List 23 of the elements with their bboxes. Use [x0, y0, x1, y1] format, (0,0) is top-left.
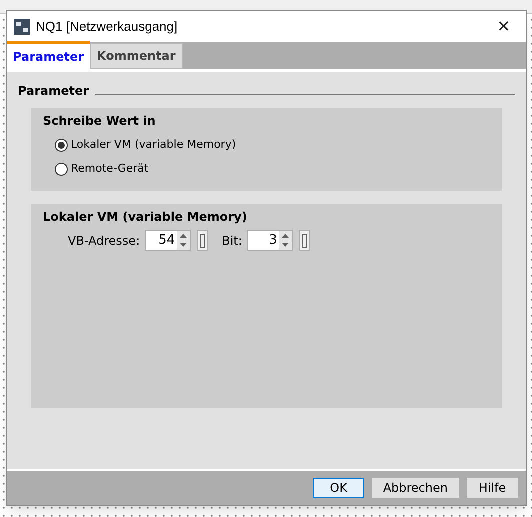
spinner-icon[interactable]	[279, 231, 292, 250]
tab[interactable]: Parameter	[7, 41, 90, 69]
close-button[interactable]: ✕	[489, 14, 519, 38]
group-title: Schreibe Wert in	[43, 113, 157, 130]
window-title: NQ1 [Netzwerkausgang]	[36, 18, 178, 36]
dialog-button[interactable]: OK	[313, 478, 364, 498]
bracket-button[interactable]	[197, 230, 208, 251]
field-label: VB-Adresse:	[68, 232, 140, 250]
tab[interactable]: Kommentar	[90, 43, 183, 69]
radio-label: Remote-Gerät	[71, 160, 149, 177]
section-title: Parameter	[18, 83, 90, 100]
radio-button[interactable]	[55, 162, 68, 176]
app-logo-icon	[14, 18, 30, 34]
number-field[interactable]: 54	[145, 230, 192, 251]
dialog-button[interactable]: Abbrechen	[372, 478, 459, 498]
group-title: Lokaler VM (variable Memory)	[43, 209, 248, 226]
dialog-button[interactable]: Hilfe	[467, 478, 518, 498]
field-label: Bit:	[222, 232, 242, 250]
spinner-icon[interactable]	[177, 231, 190, 250]
radio-label: Lokaler VM (variable Memory)	[71, 136, 236, 153]
bracket-button[interactable]	[299, 230, 310, 251]
radio-button[interactable]	[55, 138, 68, 152]
number-field[interactable]: 3	[247, 230, 294, 251]
